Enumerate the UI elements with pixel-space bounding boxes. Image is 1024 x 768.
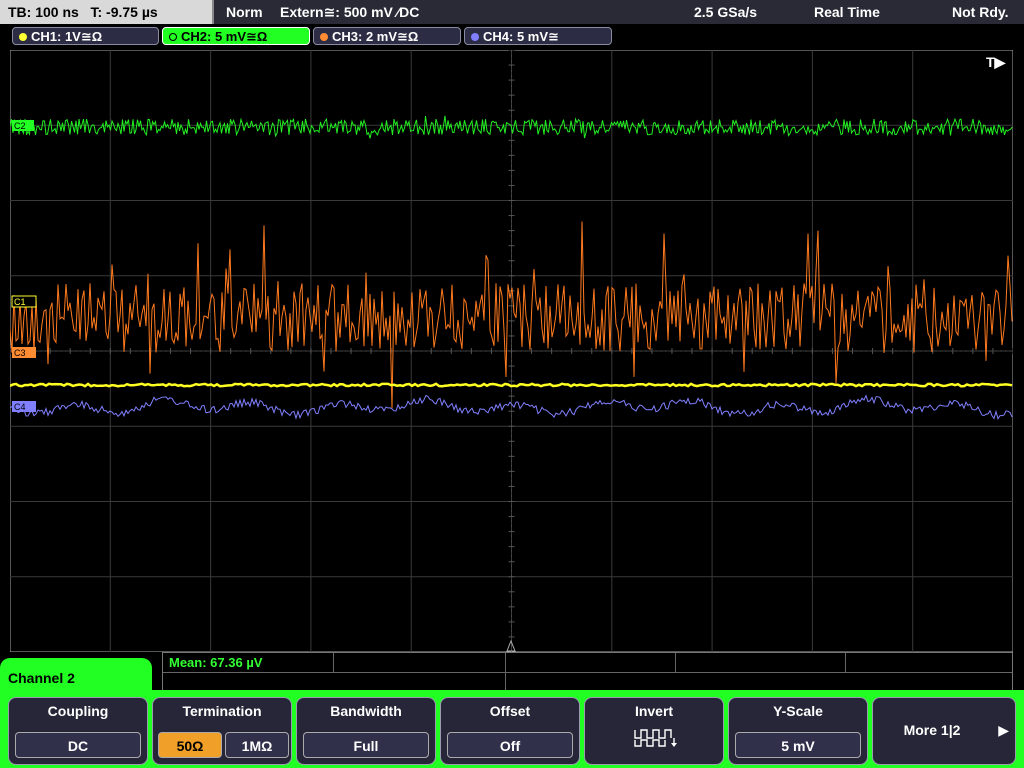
more-label: More 1|2 [903, 722, 961, 738]
tab-ch4-label: CH4: 5 mV≅ [483, 29, 559, 44]
coupling-softkey[interactable]: Coupling DC [8, 697, 148, 765]
trigger-position-marker: T▶ [986, 54, 1007, 70]
ch3-level-marker-icon: C3 [12, 347, 36, 358]
coupling-value[interactable]: DC [15, 732, 141, 758]
timebase-readout[interactable]: TB: 100 ns T: -9.75 µs [0, 0, 214, 24]
tab-ch2-label: CH2: 5 mV≅Ω [181, 29, 268, 44]
offset-softkey[interactable]: Offset Off [440, 697, 580, 765]
offset-value[interactable]: Off [447, 732, 573, 758]
yscale-softkey[interactable]: Y-Scale 5 mV [728, 697, 868, 765]
measurement-mean: Mean: 67.36 µV [169, 655, 263, 670]
more-softkey[interactable]: More 1|2 ▶ [872, 697, 1016, 765]
ch1-color-dot-icon [19, 33, 27, 41]
ch3-marker-label: C3 [14, 348, 26, 358]
trigger-time-label: T: -9.75 µs [90, 4, 158, 20]
yscale-label: Y-Scale [773, 703, 823, 719]
timebase-label: TB: 100 ns [8, 4, 79, 20]
trigger-source[interactable]: Extern≅: 500 mV ⁄DC [280, 0, 419, 24]
tab-ch1-label: CH1: 1V≅Ω [31, 29, 103, 44]
coupling-label: Coupling [47, 703, 109, 719]
yscale-value[interactable]: 5 mV [735, 732, 861, 758]
next-page-arrow-icon: ▶ [998, 722, 1009, 738]
termination-50ohm-option[interactable]: 50Ω [158, 732, 222, 758]
ch4-marker-label: C4 [14, 402, 26, 412]
ch2-marker-label: C2 [14, 121, 26, 131]
status-bar: TB: 100 ns T: -9.75 µs Norm Extern≅: 500… [0, 0, 1024, 24]
measurement-panel[interactable]: Mean: 67.36 µV [162, 652, 1013, 691]
termination-softkey[interactable]: Termination 50Ω 1MΩ [152, 697, 292, 765]
tab-ch3-label: CH3: 2 mV≅Ω [332, 29, 419, 44]
sample-rate: 2.5 GSa/s [694, 4, 758, 20]
invert-softkey[interactable]: Invert [584, 697, 724, 765]
acquisition-mode: Real Time [814, 4, 880, 20]
ch3-color-dot-icon [320, 33, 328, 41]
measurement-divider [333, 653, 334, 673]
invert-label: Invert [634, 703, 674, 719]
ch2-color-dot-icon [169, 33, 177, 41]
termination-1mohm-option[interactable]: 1MΩ [225, 732, 289, 758]
tab-ch4[interactable]: CH4: 5 mV≅ [464, 27, 612, 45]
ch1-marker-label: C1 [14, 297, 26, 307]
ch4-level-marker-icon: C4 [12, 401, 36, 412]
tab-ch3[interactable]: CH3: 2 mV≅Ω [313, 27, 461, 45]
trigger-mode[interactable]: Norm [226, 0, 263, 24]
ch4-color-dot-icon [471, 33, 479, 41]
offset-label: Offset [489, 703, 531, 719]
termination-label: Termination [182, 703, 262, 719]
invert-waveform-icon [634, 729, 677, 747]
waveform-display[interactable]: T▶ C2 C1 C3 C4 [10, 50, 1013, 652]
ch1-level-marker-icon: C1 [11, 295, 37, 308]
measurement-divider [845, 653, 846, 673]
ch2-level-marker-icon: C2 [12, 120, 34, 131]
measurement-row-divider [163, 672, 1012, 673]
bandwidth-label: Bandwidth [330, 703, 402, 719]
tab-ch1[interactable]: CH1: 1V≅Ω [12, 27, 159, 45]
bandwidth-value[interactable]: Full [303, 732, 429, 758]
acquisition-status: Not Rdy. [952, 4, 1009, 20]
measurement-divider [675, 653, 676, 673]
bandwidth-softkey[interactable]: Bandwidth Full [296, 697, 436, 765]
tab-ch2[interactable]: CH2: 5 mV≅Ω [162, 27, 310, 45]
